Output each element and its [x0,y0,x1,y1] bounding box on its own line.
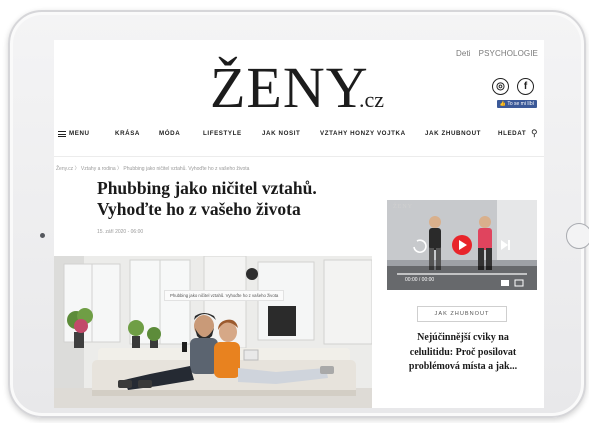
breadcrumb[interactable]: Ženy.cz 〉 Vztahy a rodina 〉 Phubbing jak… [56,165,249,172]
nav-menu[interactable]: MENU [69,130,90,137]
video-timecode: 00:00 / 00:00 [405,277,435,283]
category-tag-button[interactable]: JAK ZHUBNOUT [417,306,507,322]
hamburger-icon[interactable] [58,131,66,137]
instagram-icon[interactable]: ◎ [492,78,509,95]
video-watermark: ŽENY [393,204,413,210]
facebook-like-button[interactable]: 👍 To se mi líbí [496,100,537,108]
nav-item-moda[interactable]: MÓDA [159,130,180,137]
article-hero-image[interactable]: Phubbing jako ničitel vztahů. Vyhoďte ho… [54,256,372,408]
hero-caption: Phubbing jako ničitel vztahů. Vyhoďte ho… [164,290,285,301]
site-logo[interactable]: ŽENY .cz [210,54,400,122]
nav-item-vztahy-honzy-vojtka[interactable]: VZTAHY HONZY VOJTKA [320,130,406,137]
nav-item-jak-zhubnout[interactable]: JAK ZHUBNOUT [425,130,481,137]
nav-item-krasa[interactable]: KRÁSA [115,130,140,137]
nav-divider [54,156,544,157]
top-link-deti[interactable]: Deti [456,49,471,58]
promo-article-title[interactable]: Nejúčinnější cviky na celulitidu: Proč p… [398,331,528,375]
article-date: 15. září 2020 - 06:00 [97,229,144,235]
logo-tld: .cz [359,87,385,112]
front-camera [40,233,45,238]
logo-wordmark: ŽENY [210,55,369,120]
top-links: Deti PSYCHOLOGIE [456,49,538,58]
hero-illustration [54,256,372,408]
search-icon[interactable]: ⚲ [531,128,538,139]
video-player[interactable]: ŽENY 00:00 / 00:00 [387,200,537,290]
nav-item-lifestyle[interactable]: LIFESTYLE [203,130,242,137]
home-button[interactable] [566,223,589,249]
nav-item-jak-nosit[interactable]: JAK NOSIT [262,130,300,137]
main-nav: MENU KRÁSA MÓDA LIFESTYLE JAK NOSIT VZTA… [54,126,544,144]
facebook-icon[interactable]: f [517,78,534,95]
nav-search[interactable]: HLEDAT [498,130,526,137]
social-links: ◎ f [492,78,534,95]
article-title: Phubbing jako ničitel vztahů. Vyhoďte ho… [97,178,317,219]
browser-screen: Deti PSYCHOLOGIE ŽENY .cz ◎ f 👍 To se mi… [54,40,544,408]
top-link-psychologie[interactable]: PSYCHOLOGIE [479,49,538,58]
